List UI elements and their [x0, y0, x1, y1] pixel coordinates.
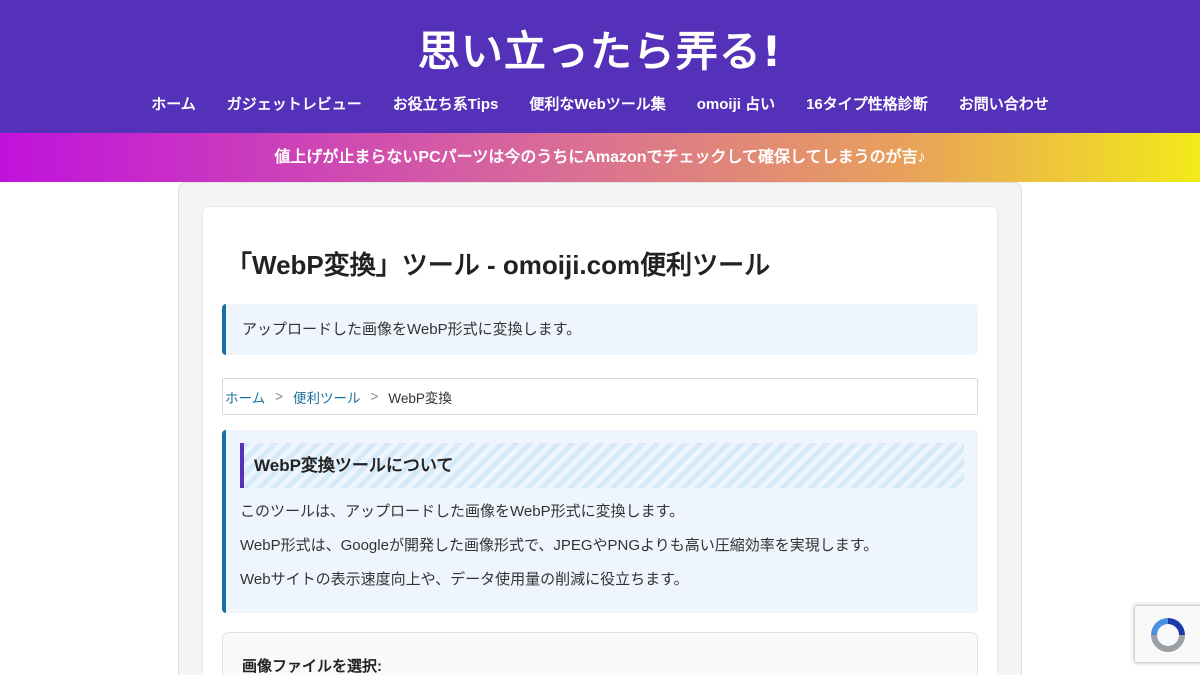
nav-item-web-tools[interactable]: 便利なWebツール集 [529, 93, 665, 114]
breadcrumb-current: WebP変換 [388, 390, 452, 406]
nav-item-tips[interactable]: お役立ち系Tips [393, 93, 499, 114]
about-paragraph: Webサイトの表示速度向上や、データ使用量の削減に役立ちます。 [240, 571, 689, 588]
file-upload-panel: 画像ファイルを選択: [222, 632, 978, 675]
file-input-label: 画像ファイルを選択: [242, 658, 382, 675]
site-header: 思い立ったら弄る! ホーム ガジェットレビュー お役立ち系Tips 便利なWeb… [0, 0, 1200, 133]
breadcrumb-separator: > [275, 389, 283, 404]
nav-item-personality[interactable]: 16タイプ性格診断 [806, 93, 928, 114]
recaptcha-badge[interactable] [1134, 605, 1200, 663]
about-paragraph: このツールは、アップロードした画像をWebP形式に変換します。 [240, 503, 685, 520]
about-heading: WebP変換ツールについて [240, 443, 964, 488]
about-paragraph: WebP形式は、Googleが開発した画像形式で、JPEGやPNGよりも高い圧縮… [240, 537, 879, 554]
nav-item-home[interactable]: ホーム [151, 93, 196, 114]
notice-bar[interactable]: 値上げが止まらないPCパーツは今のうちにAmazonでチェックして確保してしまう… [0, 133, 1200, 182]
nav-item-gadget-review[interactable]: ガジェットレビュー [227, 93, 362, 114]
tool-description: アップロードした画像をWebP形式に変換します。 [222, 304, 978, 355]
breadcrumb-category-link[interactable]: 便利ツール [293, 387, 361, 407]
nav-item-fortune[interactable]: omoiji 占い [697, 93, 775, 114]
site-title[interactable]: 思い立ったら弄る! [0, 18, 1200, 79]
breadcrumb: ホーム > 便利ツール > WebP変換 [222, 378, 978, 415]
page-title: 「WebP変換」ツール - omoiji.com便利ツール [226, 250, 771, 280]
breadcrumb-separator: > [370, 389, 379, 404]
nav-item-contact[interactable]: お問い合わせ [959, 93, 1049, 114]
main-nav: ホーム ガジェットレビュー お役立ち系Tips 便利なWebツール集 omoij… [0, 93, 1200, 114]
recaptcha-icon [1151, 618, 1185, 652]
breadcrumb-home-link[interactable]: ホーム [225, 387, 265, 407]
